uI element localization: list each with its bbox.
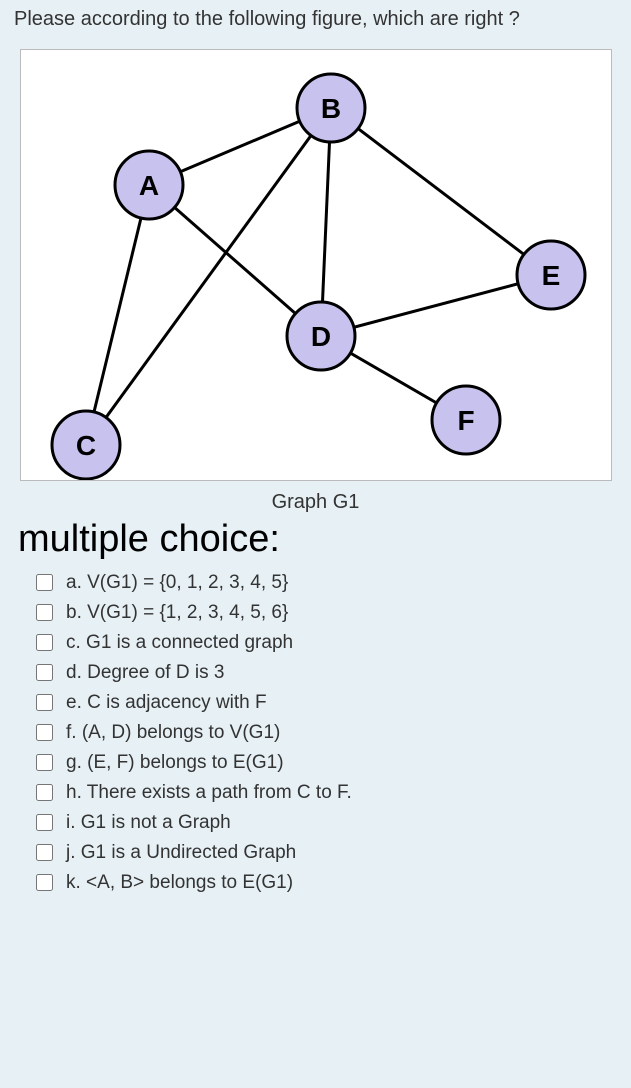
question-text: Please according to the following figure… [14,8,617,31]
option-c-label: c. G1 is a connected graph [66,632,293,654]
node-d-label: D [310,321,330,352]
option-h-label: h. There exists a path from C to F. [66,782,352,804]
option-f-label: f. (A, D) belongs to V(G1) [66,722,280,744]
option-j-checkbox[interactable] [36,844,53,861]
option-g-checkbox[interactable] [36,754,53,771]
figure-caption: Graph G1 [14,491,617,514]
options-list: a. V(G1) = {0, 1, 2, 3, 4, 5} b. V(G1) =… [14,571,617,894]
option-e-label: e. C is adjacency with F [66,692,267,714]
node-e-label: E [541,260,560,291]
option-h-checkbox[interactable] [36,784,53,801]
option-k-label: k. <A, B> belongs to E(G1) [66,872,293,894]
option-a: a. V(G1) = {0, 1, 2, 3, 4, 5} [32,571,617,594]
option-d-label: d. Degree of D is 3 [66,662,224,684]
page: Please according to the following figure… [0,0,631,909]
option-d-checkbox[interactable] [36,664,53,681]
option-j-label: j. G1 is a Undirected Graph [66,842,296,864]
option-k: k. <A, B> belongs to E(G1) [32,871,617,894]
option-c: c. G1 is a connected graph [32,631,617,654]
node-c-label: C [75,430,95,461]
option-g-label: g. (E, F) belongs to E(G1) [66,752,284,774]
option-j: j. G1 is a Undirected Graph [32,841,617,864]
option-k-checkbox[interactable] [36,874,53,891]
option-e-checkbox[interactable] [36,694,53,711]
option-f-checkbox[interactable] [36,724,53,741]
graph-figure: A B C D E F [20,49,612,481]
nodes: A B C D E F [52,74,585,479]
node-f-label: F [457,405,474,436]
option-i-checkbox[interactable] [36,814,53,831]
option-a-checkbox[interactable] [36,574,53,591]
option-b-label: b. V(G1) = {1, 2, 3, 4, 5, 6} [66,602,288,624]
option-i: i. G1 is not a Graph [32,811,617,834]
option-b-checkbox[interactable] [36,604,53,621]
option-c-checkbox[interactable] [36,634,53,651]
option-e: e. C is adjacency with F [32,691,617,714]
option-i-label: i. G1 is not a Graph [66,812,231,834]
multiple-choice-title: multiple choice: [18,518,617,561]
option-f: f. (A, D) belongs to V(G1) [32,721,617,744]
option-b: b. V(G1) = {1, 2, 3, 4, 5, 6} [32,601,617,624]
option-a-label: a. V(G1) = {0, 1, 2, 3, 4, 5} [66,572,288,594]
node-a-label: A [138,170,158,201]
option-g: g. (E, F) belongs to E(G1) [32,751,617,774]
option-d: d. Degree of D is 3 [32,661,617,684]
graph-svg: A B C D E F [21,50,611,480]
node-b-label: B [320,93,340,124]
option-h: h. There exists a path from C to F. [32,781,617,804]
